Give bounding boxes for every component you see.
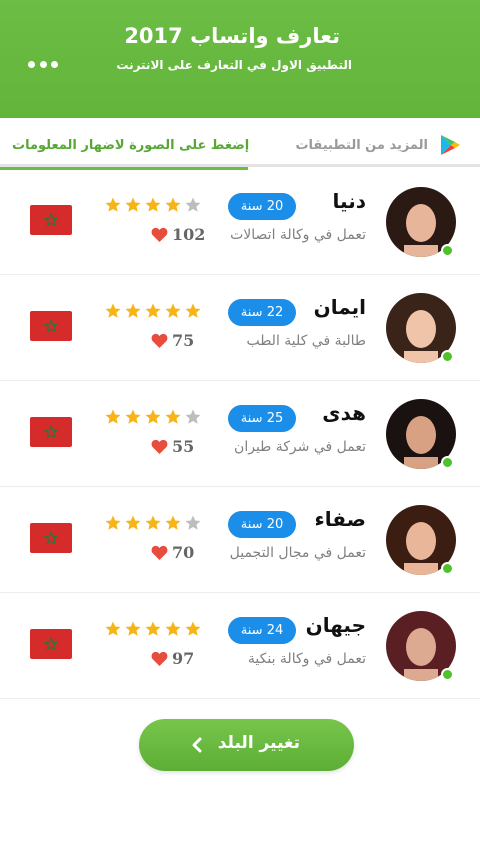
profile-job: تعمل في شركة طيران	[234, 439, 366, 455]
tab-more-apps[interactable]: المزيد من التطبيقات	[248, 121, 480, 167]
star-filled-icon	[105, 621, 121, 636]
heart-icon[interactable]	[151, 545, 168, 560]
online-status-dot	[441, 456, 454, 469]
morocco-flag-icon	[30, 311, 72, 341]
profile-job: تعمل في وكالة اتصالات	[230, 227, 366, 243]
star-filled-icon	[165, 409, 181, 424]
star-filled-icon	[145, 409, 161, 424]
profile-row[interactable]: جيهان تعمل في وكالة بنكية 24 سنة 97	[0, 593, 480, 699]
app-subtitle: التطبيق الاول في التعارف على الانترنت	[116, 58, 352, 72]
profile-name: ايمان	[313, 295, 366, 319]
star-filled-icon	[125, 621, 141, 636]
morocco-flag-icon	[30, 523, 72, 553]
rating-stars	[104, 196, 202, 214]
app-title: تعارف واتساب 2017	[124, 24, 340, 48]
likes-count: 97	[172, 649, 195, 668]
star-filled-icon	[105, 197, 121, 212]
online-status-dot	[441, 350, 454, 363]
profile-job: طالبة في كلية الطب	[246, 333, 366, 349]
morocco-flag-icon	[30, 629, 72, 659]
rating-stars	[104, 620, 202, 638]
profile-list: دنيا تعمل في وكالة اتصالات 20 سنة 102 اي…	[0, 169, 480, 699]
likes-count: 55	[172, 437, 195, 456]
star-empty-icon	[185, 409, 201, 424]
star-filled-icon	[125, 197, 141, 212]
star-filled-icon	[125, 409, 141, 424]
app-header: تعارف واتساب 2017 التطبيق الاول في التعا…	[0, 0, 480, 118]
star-filled-icon	[125, 303, 141, 318]
age-badge: 22 سنة	[228, 299, 296, 326]
age-badge: 20 سنة	[228, 511, 296, 538]
star-filled-icon	[125, 515, 141, 530]
star-filled-icon	[165, 303, 181, 318]
profile-name: هدى	[322, 401, 366, 425]
likes-count: 70	[172, 543, 195, 562]
profile-name: صفاء	[314, 507, 366, 531]
star-filled-icon	[165, 197, 181, 212]
chevron-left-icon	[192, 737, 202, 753]
profile-job: تعمل في وكالة بنكية	[247, 651, 366, 667]
change-country-button[interactable]: تغيير البلد	[139, 719, 354, 771]
online-status-dot	[441, 244, 454, 257]
likes-count: 102	[172, 225, 206, 244]
star-filled-icon	[145, 515, 161, 530]
tab-bar: المزيد من التطبيقات إضغط على الصورة لاضه…	[0, 121, 480, 170]
profile-job: تعمل في مجال التجميل	[229, 545, 366, 561]
star-filled-icon	[165, 621, 181, 636]
profile-row[interactable]: دنيا تعمل في وكالة اتصالات 20 سنة 102	[0, 169, 480, 275]
age-badge: 20 سنة	[228, 193, 296, 220]
tab-info[interactable]: إضغط على الصورة لاضهار المعلومات	[0, 121, 250, 170]
likes-count: 75	[172, 331, 195, 350]
star-filled-icon	[185, 621, 201, 636]
profile-row[interactable]: صفاء تعمل في مجال التجميل 20 سنة 70	[0, 487, 480, 593]
star-filled-icon	[105, 515, 121, 530]
tab-more-apps-label: المزيد من التطبيقات	[295, 138, 428, 153]
rating-stars	[104, 514, 202, 532]
rating-stars	[104, 302, 202, 320]
profile-row[interactable]: هدى تعمل في شركة طيران 25 سنة 55	[0, 381, 480, 487]
heart-icon[interactable]	[151, 227, 168, 242]
tab-info-label: إضغط على الصورة لاضهار المعلومات	[12, 138, 250, 153]
profile-row[interactable]: ايمان طالبة في كلية الطب 22 سنة 75	[0, 275, 480, 381]
star-filled-icon	[145, 303, 161, 318]
heart-icon[interactable]	[151, 333, 168, 348]
star-filled-icon	[165, 515, 181, 530]
online-status-dot	[441, 562, 454, 575]
morocco-flag-icon	[30, 205, 72, 235]
profile-name: دنيا	[332, 189, 366, 213]
star-filled-icon	[145, 197, 161, 212]
online-status-dot	[441, 668, 454, 681]
age-badge: 25 سنة	[228, 405, 296, 432]
star-filled-icon	[105, 409, 121, 424]
google-play-icon	[441, 135, 460, 155]
star-filled-icon	[105, 303, 121, 318]
heart-icon[interactable]	[151, 439, 168, 454]
star-filled-icon	[185, 303, 201, 318]
more-options-icon[interactable]	[28, 56, 58, 72]
star-filled-icon	[145, 621, 161, 636]
rating-stars	[104, 408, 202, 426]
star-empty-icon	[185, 515, 201, 530]
morocco-flag-icon	[30, 417, 72, 447]
star-empty-icon	[185, 197, 201, 212]
profile-name: جيهان	[305, 613, 366, 637]
change-country-label: تغيير البلد	[217, 733, 300, 753]
age-badge: 24 سنة	[228, 617, 296, 644]
heart-icon[interactable]	[151, 651, 168, 666]
